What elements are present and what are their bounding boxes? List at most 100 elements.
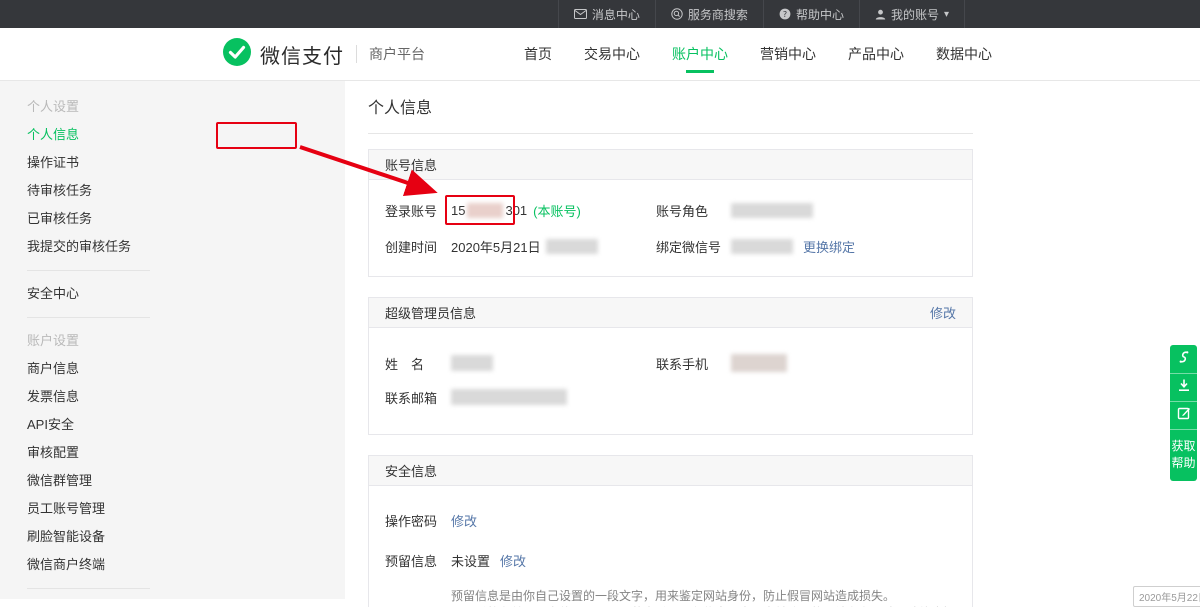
sidebar-item-personal-info[interactable]: 个人信息	[27, 121, 177, 149]
user-icon	[875, 9, 886, 20]
account-info-title: 账号信息	[385, 155, 437, 174]
brand-name: 微信支付	[260, 40, 344, 69]
reserved-info-description-line: 配置后将在首页及充值页面显示。若未看到预留信息，表明当前访问的网站存在风险，请终…	[451, 605, 972, 607]
sidebar-item-api-security[interactable]: API安全	[27, 411, 177, 439]
download-button[interactable]	[1170, 373, 1197, 401]
nav-item-marketing-center[interactable]: 营销中心	[760, 28, 816, 81]
sidebar-item-operation-certificate[interactable]: 操作证书	[27, 149, 177, 177]
reserved-info-status: 未设置	[451, 551, 490, 570]
sidebar-item-security-center[interactable]: 安全中心	[27, 280, 177, 308]
sidebar-item-review-config[interactable]: 审核配置	[27, 439, 177, 467]
sidebar-group-personal-settings: 个人设置	[27, 93, 177, 121]
super-admin-card-header: 超级管理员信息 修改	[369, 298, 972, 328]
redacted-account-role	[731, 203, 813, 218]
brand-separator	[356, 45, 357, 63]
brand[interactable]: 微信支付 商户平台	[222, 37, 425, 72]
get-help-button[interactable]: 获取帮助	[1170, 429, 1197, 481]
admin-name-field: 姓 名	[369, 354, 656, 373]
operation-password-edit-link[interactable]: 修改	[451, 511, 477, 530]
page-title: 个人信息	[368, 94, 1200, 118]
login-account-label: 登录账号	[385, 201, 451, 220]
search-icon	[671, 8, 683, 20]
reserved-info-field: 预留信息 未设置 修改	[369, 551, 889, 570]
topbar-item-service-search[interactable]: 服务商搜索	[655, 0, 763, 28]
created-time-label: 创建时间	[385, 237, 451, 256]
footer-date-badge: 2020年5月22日	[1133, 586, 1200, 607]
wechat-pay-logo-icon	[222, 37, 252, 72]
feedback-icon	[1177, 406, 1191, 425]
topbar-item-help-center[interactable]: ? 帮助中心	[763, 0, 859, 28]
sidebar-item-invoice-info[interactable]: 发票信息	[27, 383, 177, 411]
topbar: 消息中心 服务商搜索 ? 帮助中心 我的账号 ▾	[0, 0, 1200, 28]
feedback-button[interactable]	[1170, 401, 1197, 429]
reserved-info-description: 预留信息是由你自己设置的一段文字，用来鉴定网站身份，防止假冒网站造成损失。 配置…	[451, 588, 972, 607]
topbar-item-label: 我的账号	[891, 6, 939, 23]
sidebar-item-face-smart-device[interactable]: 刷脸智能设备	[27, 523, 177, 551]
brand-portal-label: 商户平台	[369, 44, 425, 64]
super-admin-title: 超级管理员信息	[385, 303, 476, 322]
sidebar-group-account-settings: 账户设置	[27, 327, 177, 355]
main-content: 个人信息 账号信息 登录账号 15301 (本账号) 账号角色	[345, 81, 1200, 599]
nav-item-product-center[interactable]: 产品中心	[848, 28, 904, 81]
bound-wechat-field: 绑定微信号 更换绑定	[656, 237, 855, 256]
svg-text:?: ?	[783, 10, 787, 19]
topbar-item-label: 帮助中心	[796, 6, 844, 23]
download-icon	[1177, 378, 1191, 397]
mail-icon	[574, 9, 587, 19]
table-row: 预留信息 未设置 修改	[369, 540, 972, 580]
sidebar-menu: 个人设置 个人信息 操作证书 待审核任务 已审核任务 我提交的审核任务 安全中心…	[27, 81, 177, 589]
redacted-admin-name	[451, 355, 493, 371]
created-time-field: 创建时间 2020年5月21日	[369, 237, 656, 256]
security-info-card-header: 安全信息	[369, 456, 972, 486]
nav-item-data-center[interactable]: 数据中心	[936, 28, 992, 81]
sidebar-divider	[27, 588, 150, 589]
table-row: 操作密码 修改	[369, 500, 972, 540]
chevron-down-icon: ▾	[944, 9, 949, 20]
sidebar-item-reviewed-tasks[interactable]: 已审核任务	[27, 205, 177, 233]
sidebar-item-wechat-merchant-terminal[interactable]: 微信商户终端	[27, 551, 177, 579]
sidebar-item-wechat-group-management[interactable]: 微信群管理	[27, 467, 177, 495]
rebind-link[interactable]: 更换绑定	[803, 237, 855, 256]
created-time-value: 2020年5月21日	[451, 237, 598, 256]
help-icon: ?	[779, 8, 791, 20]
sidebar-item-staff-account-management[interactable]: 员工账号管理	[27, 495, 177, 523]
mini-program-button[interactable]	[1170, 345, 1197, 373]
security-info-title: 安全信息	[385, 461, 437, 480]
account-role-label: 账号角色	[656, 201, 731, 220]
account-info-card-header: 账号信息	[369, 150, 972, 180]
bound-wechat-label: 绑定微信号	[656, 237, 731, 256]
sidebar-item-merchant-info[interactable]: 商户信息	[27, 355, 177, 383]
main-nav: 首页 交易中心 账户中心 营销中心 产品中心 数据中心	[524, 28, 992, 81]
redacted-wechat-id	[731, 239, 793, 254]
admin-email-field: 联系邮箱	[369, 388, 889, 407]
account-role-field: 账号角色	[656, 201, 813, 220]
sidebar: 个人设置 个人信息 操作证书 待审核任务 已审核任务 我提交的审核任务 安全中心…	[0, 81, 345, 599]
sidebar-divider	[27, 270, 150, 271]
admin-phone-field: 联系手机	[656, 354, 787, 373]
page-body: 个人设置 个人信息 操作证书 待审核任务 已审核任务 我提交的审核任务 安全中心…	[0, 81, 1200, 599]
sidebar-item-pending-review-tasks[interactable]: 待审核任务	[27, 177, 177, 205]
super-admin-edit-link[interactable]: 修改	[930, 303, 956, 322]
security-info-card-body: 操作密码 修改 预留信息 未设置 修改 预留信息是由你自己设置的一段文字，用来鉴…	[369, 486, 972, 607]
admin-email-label: 联系邮箱	[385, 388, 451, 407]
table-row: 创建时间 2020年5月21日 绑定微信号 更换绑定	[369, 228, 972, 264]
admin-name-label: 姓 名	[385, 354, 451, 373]
mini-program-icon	[1177, 350, 1191, 369]
reserved-info-edit-link[interactable]: 修改	[500, 551, 526, 570]
annotation-box-sidebar-personal-info	[216, 122, 297, 149]
annotation-box-login-account	[445, 195, 515, 225]
super-admin-card: 超级管理员信息 修改 姓 名 联系手机 联系邮箱	[368, 297, 973, 435]
admin-phone-label: 联系手机	[656, 354, 731, 373]
reserved-info-description-line: 预留信息是由你自己设置的一段文字，用来鉴定网站身份，防止假冒网站造成损失。	[451, 588, 972, 605]
sidebar-item-my-submitted-tasks[interactable]: 我提交的审核任务	[27, 233, 177, 261]
nav-item-account-center[interactable]: 账户中心	[672, 28, 728, 81]
nav-item-home[interactable]: 首页	[524, 28, 552, 81]
topbar-item-messages[interactable]: 消息中心	[558, 0, 655, 28]
super-admin-card-body: 姓 名 联系手机 联系邮箱	[369, 328, 972, 434]
operation-password-field: 操作密码 修改	[369, 511, 889, 530]
nav-item-transaction-center[interactable]: 交易中心	[584, 28, 640, 81]
table-row: 姓 名 联系手机	[369, 346, 972, 380]
operation-password-label: 操作密码	[385, 511, 451, 530]
sidebar-divider	[27, 317, 150, 318]
topbar-item-my-account[interactable]: 我的账号 ▾	[859, 0, 965, 28]
